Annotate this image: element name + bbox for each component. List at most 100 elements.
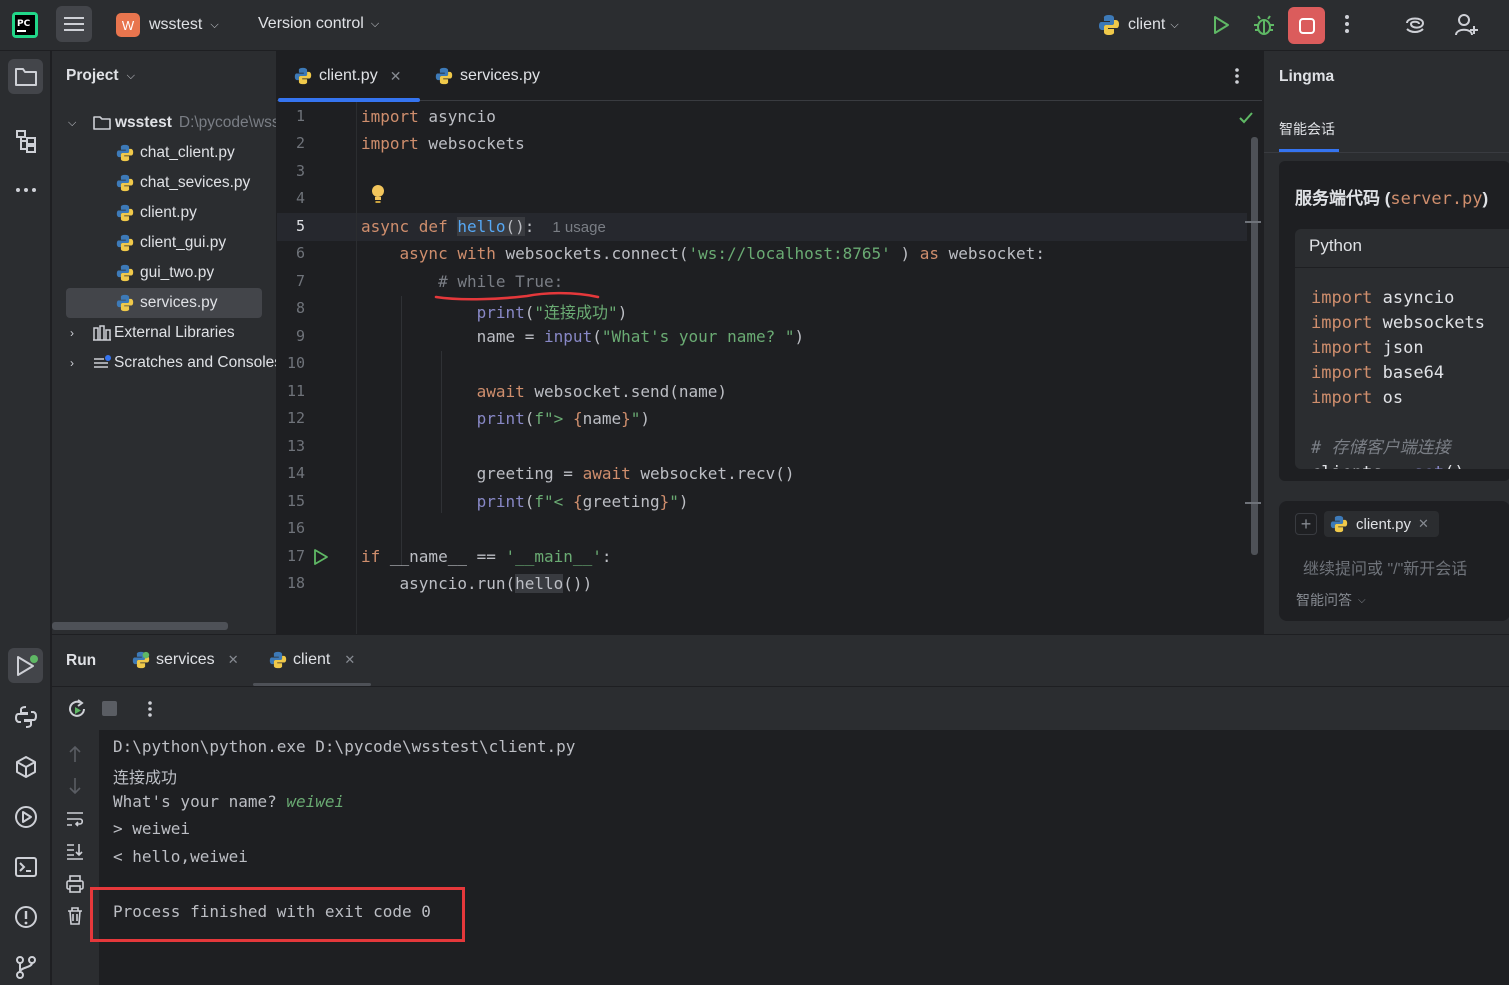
more-actions-button[interactable]	[1342, 13, 1352, 35]
code-line-5[interactable]: async def hello(): 1 usage	[361, 217, 606, 236]
run-button[interactable]	[1210, 14, 1232, 36]
chat-mode-selector[interactable]: 智能问答 ⌵	[1296, 590, 1366, 610]
run-config-selector[interactable]: client ⌵	[1098, 14, 1179, 36]
checkmark-icon	[1239, 112, 1253, 124]
code-line-12[interactable]: print(f"> {name}")	[361, 409, 650, 428]
vcs-menu[interactable]: Version control ⌵	[258, 15, 379, 33]
python-packages-button[interactable]	[8, 749, 43, 784]
add-context-button[interactable]: +	[1295, 513, 1317, 535]
python-file-icon	[116, 234, 134, 252]
lingma-toolbar-button[interactable]	[1403, 13, 1427, 37]
more-tools-button[interactable]	[8, 172, 43, 207]
arrow-up-icon	[69, 745, 81, 762]
project-panel-title: Project	[66, 67, 119, 84]
chat-input-placeholder[interactable]: 继续提问或 "/"新开会话	[1303, 555, 1467, 579]
heading-text: 服务端代码	[1295, 189, 1380, 208]
code-line: import json	[1311, 338, 1424, 358]
code-block[interactable]: Python import asyncio import websockets im…	[1295, 229, 1509, 469]
tree-file[interactable]: chat_sevices.py	[116, 168, 250, 198]
git-tool-button[interactable]	[8, 949, 43, 984]
file-name: chat_sevices.py	[140, 174, 251, 191]
console-prompt: What's your name?	[113, 792, 287, 811]
services-tool-button[interactable]	[8, 799, 43, 834]
run-more-button[interactable]	[146, 699, 154, 723]
soft-wrap-button[interactable]	[64, 808, 86, 830]
code-line-18[interactable]: asyncio.run(hello())	[361, 574, 592, 593]
close-icon[interactable]: ✕	[1418, 516, 1429, 532]
file-name: gui_two.py	[140, 264, 215, 281]
tree-file[interactable]: gui_two.py	[116, 258, 214, 288]
structure-tool-button[interactable]	[8, 123, 43, 158]
console-output-line: > weiwei	[113, 819, 191, 838]
close-icon[interactable]: ✕	[390, 68, 402, 85]
console-output[interactable]: D:\python\python.exe D:\pycode\wsstest\c…	[90, 731, 1509, 985]
scroll-down-button[interactable]	[64, 775, 86, 797]
usage-hint[interactable]: 1 usage	[552, 219, 605, 236]
code-line-9[interactable]: name = input("What's your name? ")	[361, 327, 805, 346]
project-panel: Project ⌵ ⌵ wsstest D:\pycode\wsstest ch…	[52, 51, 276, 634]
horizontal-scrollbar[interactable]	[52, 622, 228, 630]
rerun-icon	[69, 699, 85, 717]
scroll-marker	[1245, 502, 1261, 504]
packages-icon	[15, 755, 36, 778]
code-line-14[interactable]: greeting = await websocket.recv()	[361, 464, 795, 483]
project-switcher[interactable]: W wsstest ⌵	[116, 13, 219, 37]
code-line-15[interactable]: print(f"< {greeting}")	[361, 492, 689, 511]
scroll-up-button[interactable]	[64, 743, 86, 765]
tree-file-selected[interactable]: services.py	[66, 288, 262, 318]
line-number: 7	[295, 272, 305, 290]
line-number: 11	[286, 382, 305, 400]
clear-console-button[interactable]	[64, 905, 86, 927]
code-line-2[interactable]: import websockets	[361, 134, 525, 153]
no-problems-indicator[interactable]	[1238, 111, 1254, 129]
tab-smart-chat[interactable]: 智能会话	[1279, 119, 1339, 152]
python-console-button[interactable]	[8, 699, 43, 734]
code-line-17[interactable]: if __name__ == '__main__':	[361, 547, 611, 566]
terminal-tool-button[interactable]	[8, 849, 43, 884]
problems-tool-button[interactable]	[8, 899, 43, 934]
debug-button[interactable]	[1252, 13, 1276, 37]
tabs-more-button[interactable]	[1233, 66, 1241, 90]
tab-client-py[interactable]: client.py ✕	[278, 51, 420, 102]
run-tab-client[interactable]: client ✕	[269, 651, 355, 669]
line-number: 10	[286, 354, 305, 372]
code-line-6[interactable]: async with websockets.connect('ws://loca…	[361, 244, 1045, 263]
code-line: import websockets	[1311, 313, 1486, 333]
add-user-icon	[1455, 14, 1478, 36]
heading-code: server.py	[1390, 189, 1483, 209]
close-icon[interactable]: ✕	[344, 652, 355, 668]
run-tab-services[interactable]: services ✕	[132, 651, 239, 669]
vertical-scrollbar[interactable]	[1251, 137, 1258, 555]
print-button[interactable]	[64, 873, 86, 895]
line-number: 2	[295, 134, 305, 152]
external-libraries-label: External Libraries	[114, 324, 235, 341]
close-icon[interactable]: ✕	[228, 652, 239, 668]
gutter-run-button[interactable]	[313, 548, 329, 570]
problems-icon	[14, 905, 37, 928]
context-file-chip[interactable]: client.py ✕	[1324, 511, 1439, 537]
run-tool-button[interactable]	[8, 648, 43, 683]
add-user-button[interactable]	[1454, 12, 1480, 38]
stop-run-button[interactable]	[102, 701, 117, 716]
tree-file[interactable]: client.py	[116, 198, 197, 228]
terminal-icon	[14, 856, 37, 877]
console-output-line: < hello,weiwei	[113, 847, 248, 866]
tree-external-libraries[interactable]: › External Libraries	[70, 318, 235, 348]
tree-root-wsstest[interactable]: ⌵ wsstest D:\pycode\wsstest	[68, 108, 276, 138]
scroll-to-end-button[interactable]	[64, 840, 86, 862]
code-line-11[interactable]: await websocket.send(name)	[361, 382, 727, 401]
tree-file[interactable]: client_gui.py	[116, 228, 226, 258]
main-menu-button[interactable]	[56, 6, 92, 42]
chevron-down-icon: ⌵	[1358, 594, 1366, 606]
stop-button[interactable]	[1288, 7, 1325, 44]
tree-scratches[interactable]: › Scratches and Consoles	[70, 348, 276, 378]
intention-bulb-button[interactable]	[370, 184, 386, 208]
gutter-divider	[356, 102, 357, 634]
project-tool-button[interactable]	[8, 59, 43, 94]
chat-input-box[interactable]: + client.py ✕ 继续提问或 "/"新开会话 智能问答 ⌵	[1279, 501, 1509, 621]
rerun-button[interactable]	[66, 698, 88, 724]
project-panel-header[interactable]: Project ⌵	[66, 67, 135, 85]
code-line-1[interactable]: import asyncio	[361, 107, 496, 126]
tree-file[interactable]: chat_client.py	[116, 138, 235, 168]
tab-services-py[interactable]: services.py	[435, 51, 540, 101]
